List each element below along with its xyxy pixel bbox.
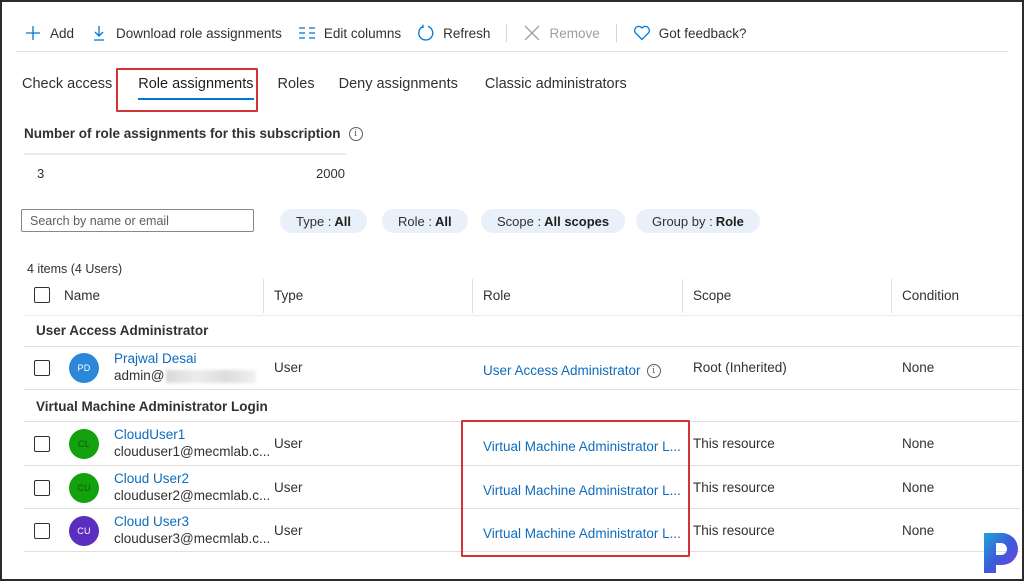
cell-type: User [274, 436, 303, 451]
filter-role[interactable]: Role : All [382, 209, 468, 233]
user-email: clouduser3@mecmlab.c... [114, 531, 271, 546]
table-row[interactable]: PD Prajwal Desai admin@ User User Access… [0, 346, 1024, 389]
group-header[interactable]: User Access Administrator [36, 323, 208, 338]
count-limit: 2000 [316, 166, 345, 181]
user-name-link[interactable]: Cloud User2 [114, 471, 189, 486]
add-button[interactable]: Add [24, 24, 74, 42]
cell-scope: Root (Inherited) [693, 360, 787, 375]
remove-label: Remove [549, 25, 600, 41]
user-email: clouduser1@mecmlab.c... [114, 444, 271, 459]
user-email-text: admin@ [114, 368, 165, 383]
download-label: Download role assignments [116, 25, 282, 41]
cell-type: User [274, 523, 303, 538]
column-header-scope[interactable]: Scope [693, 288, 731, 303]
refresh-button[interactable]: Refresh [417, 24, 490, 42]
column-header-role[interactable]: Role [483, 288, 511, 303]
avatar: CL [69, 429, 99, 459]
remove-button[interactable]: Remove [523, 24, 600, 42]
toolbar-divider [506, 24, 508, 42]
refresh-icon [417, 24, 435, 42]
count-current: 3 [37, 166, 45, 181]
count-label-text: Number of role assignments for this subs… [24, 126, 341, 141]
plus-icon [24, 24, 42, 42]
feedback-button[interactable]: Got feedback? [633, 24, 747, 42]
avatar: CU [69, 516, 99, 546]
filter-group-by-value: Role [715, 213, 744, 229]
row-divider [24, 389, 1020, 390]
column-divider[interactable] [891, 279, 892, 313]
cell-role-link[interactable]: User Access Administrator i [483, 363, 661, 378]
info-icon[interactable]: i [348, 126, 363, 141]
group-header[interactable]: Virtual Machine Administrator Login [36, 399, 268, 414]
edit-columns-label: Edit columns [323, 25, 402, 41]
feedback-label: Got feedback? [658, 25, 747, 41]
download-role-assignments-button[interactable]: Download role assignments [90, 24, 282, 42]
column-header-type[interactable]: Type [274, 288, 303, 303]
filter-type-value: All [334, 213, 352, 229]
cell-condition: None [902, 360, 935, 375]
user-email: clouduser2@mecmlab.c... [114, 488, 271, 503]
filter-type[interactable]: Type : All [280, 209, 368, 233]
edit-columns-button[interactable]: Edit columns [298, 24, 401, 42]
count-progress-bar [24, 153, 346, 155]
cell-type: User [274, 480, 303, 495]
tab-roles[interactable]: Roles [278, 76, 315, 100]
user-name-link[interactable]: Prajwal Desai [114, 351, 197, 366]
filter-role-key: Role : [398, 213, 432, 229]
column-header-name[interactable]: Name [64, 288, 100, 303]
role-assignment-count-label: Number of role assignments for this subs… [24, 126, 363, 141]
heart-icon [633, 24, 651, 42]
download-icon [90, 24, 108, 42]
cell-condition: None [902, 436, 935, 451]
annotation-highlight-tab [116, 68, 258, 112]
cell-condition: None [902, 480, 935, 495]
cell-scope: This resource [693, 523, 775, 538]
user-name-link[interactable]: Cloud User3 [114, 514, 189, 529]
role-link-text: User Access Administrator [483, 363, 641, 378]
column-divider[interactable] [682, 279, 683, 313]
cell-scope: This resource [693, 480, 775, 495]
avatar: CU [69, 473, 99, 503]
toolbar-divider [615, 24, 617, 42]
info-icon[interactable]: i [646, 363, 661, 378]
add-label: Add [50, 25, 75, 41]
columns-icon [298, 24, 316, 42]
header-divider [24, 315, 1024, 316]
filter-type-key: Type : [296, 213, 332, 229]
refresh-label: Refresh [443, 25, 491, 41]
column-divider[interactable] [263, 279, 264, 313]
filter-scope[interactable]: Scope : All scopes [481, 209, 626, 233]
filter-group-by-key: Group by : [652, 213, 713, 229]
items-count: 4 items (4 Users) [27, 262, 123, 276]
user-email: admin@ [114, 368, 257, 383]
select-all-checkbox[interactable] [34, 287, 50, 303]
toolbar-divider-line [16, 51, 1008, 52]
filter-group-by[interactable]: Group by : Role [636, 209, 760, 233]
filter-scope-value: All scopes [544, 213, 610, 229]
column-divider[interactable] [472, 279, 473, 313]
filter-role-value: All [434, 213, 452, 229]
filter-scope-key: Scope : [497, 213, 542, 229]
tab-deny-assignments[interactable]: Deny assignments [339, 76, 458, 100]
redacted-email-mask [166, 369, 257, 383]
row-checkbox[interactable] [34, 523, 50, 539]
avatar: PD [69, 353, 99, 383]
tab-check-access[interactable]: Check access [22, 76, 112, 100]
user-name-link[interactable]: CloudUser1 [114, 427, 185, 442]
row-checkbox[interactable] [34, 436, 50, 452]
cell-condition: None [902, 523, 935, 538]
tab-classic-administrators[interactable]: Classic administrators [485, 76, 627, 100]
annotation-highlight-role-column [461, 420, 690, 557]
command-bar: Add Download role assignments Edit colum… [24, 20, 763, 46]
row-checkbox[interactable] [34, 480, 50, 496]
cell-scope: This resource [693, 436, 775, 451]
column-header-condition[interactable]: Condition [902, 288, 959, 303]
search-input[interactable] [21, 209, 254, 232]
cell-type: User [274, 360, 303, 375]
row-checkbox[interactable] [34, 360, 50, 376]
close-icon [523, 24, 541, 42]
watermark-logo-icon [984, 533, 1018, 573]
